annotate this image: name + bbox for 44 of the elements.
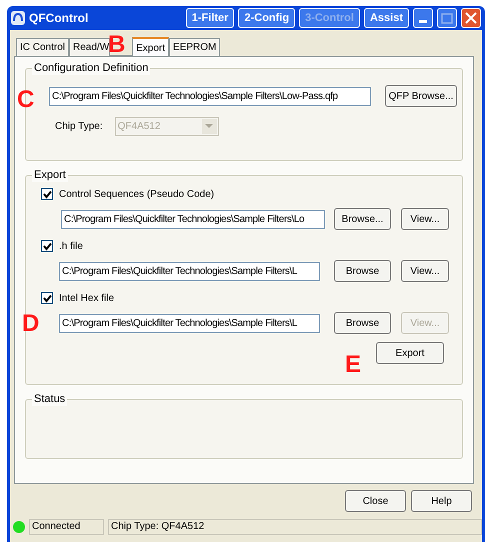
button[interactable]: Browse (334, 312, 391, 334)
field-label: Chip Type: (55, 120, 103, 134)
checkbox-label: .h file (59, 240, 83, 254)
nav-button[interactable]: Assist (364, 8, 409, 28)
callout-letter: C (17, 88, 34, 112)
group-title: Configuration Definition (32, 62, 150, 75)
minimize-icon (419, 20, 427, 23)
button[interactable]: Browse... (334, 208, 391, 230)
tab[interactable]: Read/W (69, 38, 110, 56)
tab[interactable]: IC Control (16, 38, 70, 56)
tab[interactable]: Export (132, 37, 170, 57)
button[interactable]: View... (401, 260, 449, 282)
checkbox-label: Intel Hex file (59, 292, 114, 306)
button[interactable]: Close (345, 490, 406, 512)
status-text: Chip Type: QF4A512 (108, 519, 482, 535)
window-title: QFControl (29, 10, 90, 27)
maximize-button[interactable] (437, 8, 457, 28)
checkbox[interactable] (41, 188, 53, 200)
button[interactable]: View... (401, 208, 449, 230)
tab[interactable]: EEPROM (169, 38, 220, 56)
close-button[interactable] (461, 8, 481, 28)
status-text: Connected (29, 519, 104, 535)
button[interactable]: Help (411, 490, 472, 512)
callout-letter: D (22, 312, 40, 336)
callout-letter: E (345, 353, 362, 377)
nav-button[interactable]: 1-Filter (186, 8, 234, 28)
button[interactable]: Export (376, 342, 444, 364)
path-field[interactable]: C:\Program Files\Quickfilter Technologies\Sample Filters\L (59, 262, 320, 280)
close-icon (465, 12, 477, 24)
path-field[interactable]: C:\Program Files\Quickfilter Technologies\Sample Filters\Low-Pass.qfp (49, 86, 371, 106)
checkbox-label: Control Sequences (Pseudo Code) (59, 188, 214, 202)
checkbox[interactable] (41, 240, 53, 252)
app-icon (11, 11, 25, 25)
maximize-icon (441, 12, 453, 24)
callout-letter: B (108, 33, 126, 57)
minimize-button[interactable] (413, 8, 433, 28)
checkbox[interactable] (41, 292, 53, 304)
button[interactable]: Browse (334, 260, 391, 282)
nav-button[interactable]: 2-Config (238, 8, 296, 28)
path-field[interactable]: C:\Program Files\Quickfilter Technologies\Sample Filters\Lo (61, 210, 325, 228)
group-title: Status (32, 393, 68, 406)
group-title: Export (32, 169, 68, 182)
path-field[interactable]: C:\Program Files\Quickfilter Technologies\Sample Filters\L (59, 314, 320, 332)
button[interactable]: QFP Browse... (385, 85, 457, 107)
